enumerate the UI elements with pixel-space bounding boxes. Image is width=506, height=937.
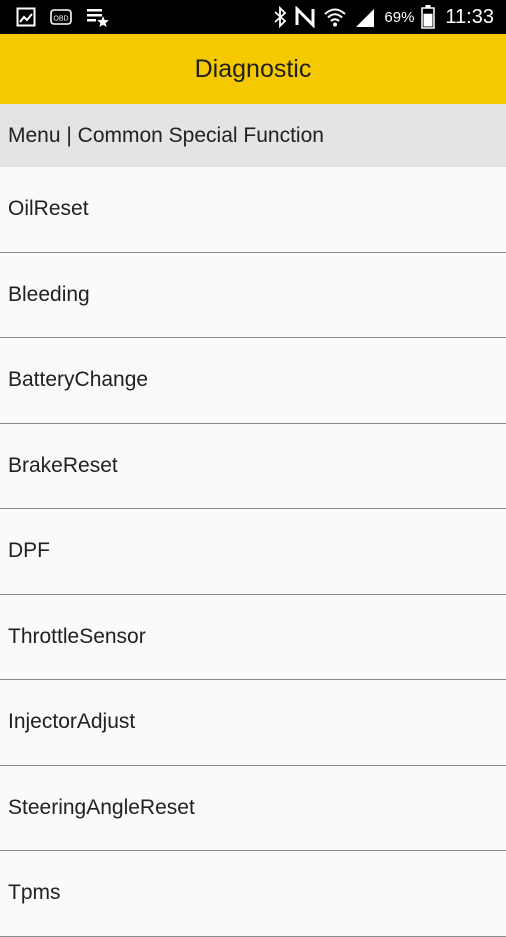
- list-item-bleeding[interactable]: Bleeding: [0, 252, 506, 338]
- list-item-label: DPF: [8, 539, 50, 563]
- breadcrumb: Menu | Common Special Function: [0, 104, 506, 167]
- bluetooth-icon: [273, 6, 287, 28]
- obd-icon: OBD: [50, 8, 72, 26]
- signal-icon: [354, 6, 376, 28]
- function-list: OilReset Bleeding BatteryChange BrakeRes…: [0, 167, 506, 937]
- list-item-label: OilReset: [8, 197, 89, 221]
- list-item-throttle-sensor[interactable]: ThrottleSensor: [0, 594, 506, 680]
- list-item-injector-adjust[interactable]: InjectorAdjust: [0, 680, 506, 766]
- nfc-icon: [294, 6, 316, 28]
- list-item-label: Bleeding: [8, 282, 90, 306]
- wifi-icon: [323, 6, 347, 28]
- battery-icon: [421, 5, 436, 29]
- page-title: Diagnostic: [194, 54, 312, 83]
- list-item-label: ThrottleSensor: [8, 624, 146, 648]
- svg-text:OBD: OBD: [53, 16, 68, 23]
- list-item-oil-reset[interactable]: OilReset: [0, 167, 506, 253]
- list-item-label: SteeringAngleReset: [8, 795, 195, 819]
- list-item-tpms[interactable]: Tpms: [0, 851, 506, 937]
- list-item-label: InjectorAdjust: [8, 710, 136, 734]
- battery-percent: 69%: [384, 8, 415, 26]
- list-item-label: BatteryChange: [8, 368, 149, 392]
- list-item-label: BrakeReset: [8, 453, 118, 477]
- checklist-star-icon: [86, 7, 110, 27]
- list-item-battery-change[interactable]: BatteryChange: [0, 338, 506, 424]
- status-bar-left: OBD: [16, 0, 124, 34]
- status-bar: OBD 69% 11:33: [0, 0, 506, 34]
- clock: 11:33: [445, 5, 494, 28]
- status-bar-right: 69% 11:33: [266, 0, 494, 34]
- image-icon: [16, 7, 36, 27]
- list-item-brake-reset[interactable]: BrakeReset: [0, 423, 506, 509]
- list-item-label: Tpms: [8, 881, 61, 905]
- list-item-dpf[interactable]: DPF: [0, 509, 506, 595]
- app-bar: Diagnostic: [0, 34, 506, 104]
- list-item-steering-angle-reset[interactable]: SteeringAngleReset: [0, 765, 506, 851]
